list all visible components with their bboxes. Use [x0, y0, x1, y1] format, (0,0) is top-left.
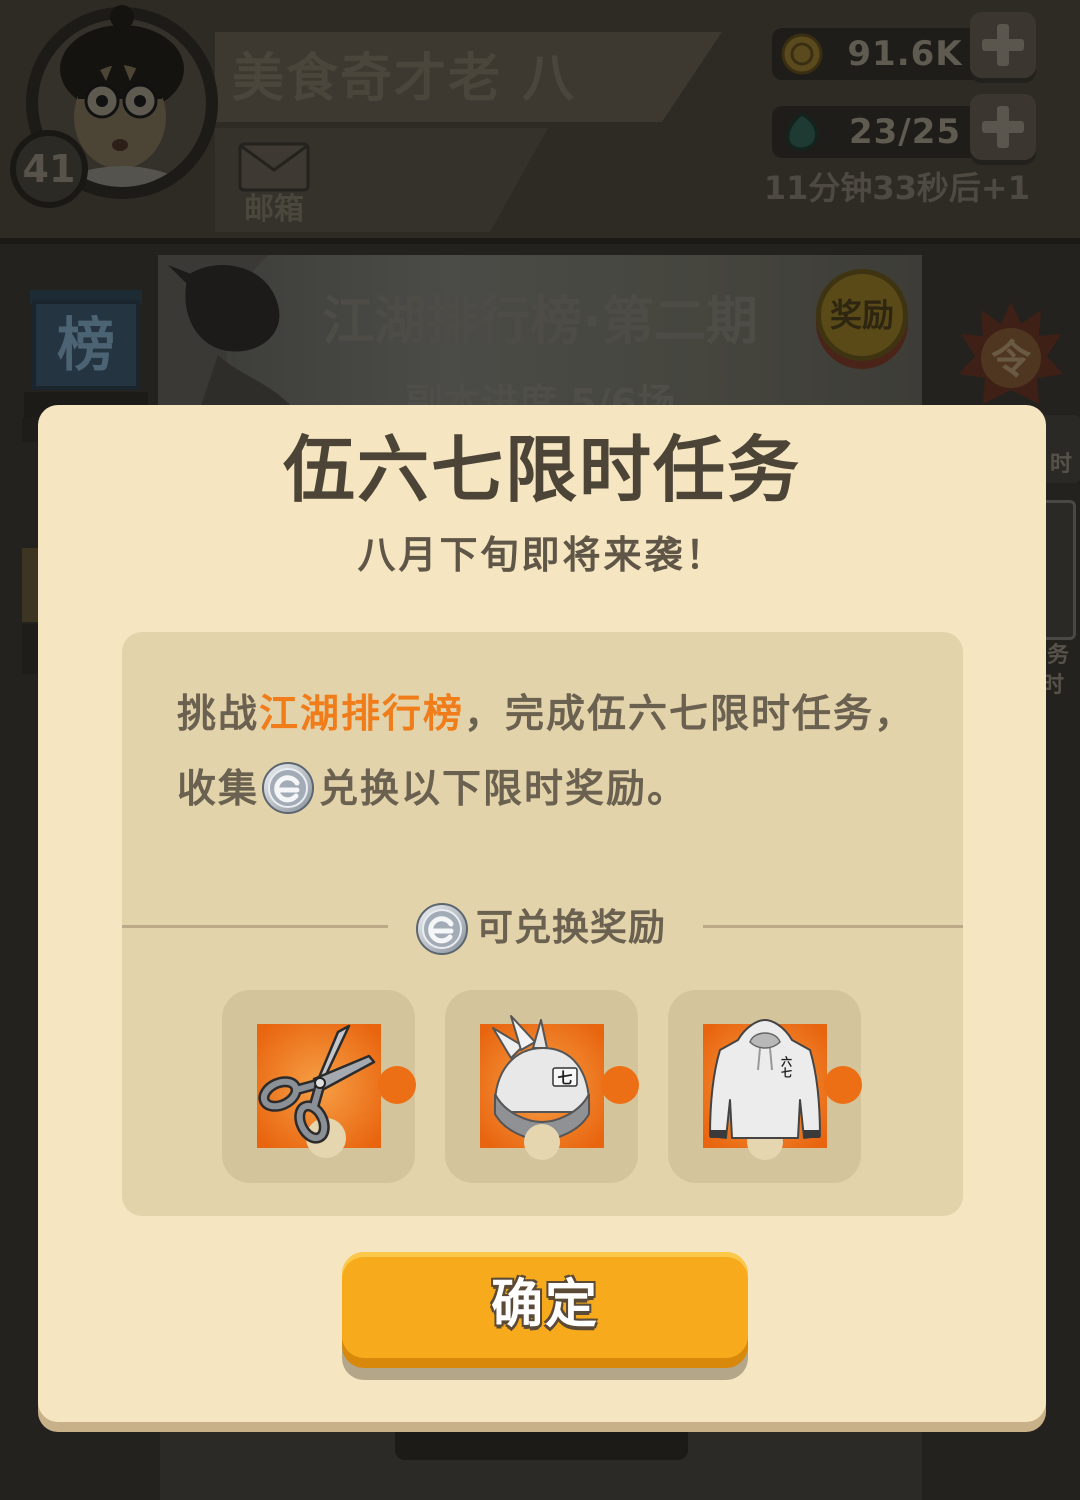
energy-counter: 23/25 [772, 106, 1000, 158]
energy-amount: 23/25 [848, 112, 962, 152]
mailbox-label: 邮箱 [244, 192, 304, 227]
side-fringe [22, 548, 38, 622]
gold-counter: 91.6K [772, 28, 1000, 80]
section-divider-right [703, 925, 963, 928]
silver-coin-icon [261, 761, 315, 815]
section-label: 可兑换奖励 [476, 906, 666, 949]
leaderboard-button[interactable]: 榜 [32, 300, 140, 390]
reward-slot[interactable]: 七 [445, 990, 639, 1183]
plus-icon-bar [997, 24, 1009, 66]
gold-coin-icon [781, 33, 823, 75]
scissors-icon [257, 1024, 416, 1158]
hat-mark: 七 [557, 1069, 572, 1087]
confirm-button-label: 确定 [490, 1275, 599, 1335]
side-label-fragment: 务 [1047, 643, 1070, 668]
hoodie-mark: 六七 [780, 1055, 793, 1079]
dialog-title: 伍六七限时任务 [282, 428, 801, 512]
side-fringe [22, 418, 38, 442]
banner-title: 江湖排行榜·第二期 [322, 292, 758, 352]
header-divider [0, 238, 1080, 244]
reward-slot[interactable]: 六七 [668, 990, 862, 1183]
ranking-event-banner[interactable]: 江湖排行榜·第二期 副本进度 5/6场 [158, 255, 922, 415]
order-token-char: 令 [991, 337, 1032, 383]
add-energy-button[interactable] [970, 94, 1036, 160]
description-text: 收集 [177, 767, 260, 812]
energy-drop-icon [786, 112, 818, 151]
highlight-text: 江湖排行榜 [259, 692, 465, 737]
section-divider-left [122, 925, 388, 928]
description-text: ，完成伍六七限时任务， [464, 692, 916, 737]
energy-refill-timer: 11分钟33秒后+1 [763, 169, 1030, 207]
description-text: 兑换以下限时奖励。 [319, 767, 689, 812]
gold-amount: 91.6K [847, 34, 963, 74]
event-announcement-dialog: 伍六七限时任务 八月下旬即将来袭！ 挑战江湖排行榜，完成伍六七限时任务， 收集 兑… [38, 405, 1046, 1422]
order-token-button[interactable]: 令 [955, 298, 1067, 410]
side-label-fragment: 时 [1050, 452, 1073, 477]
side-fringe [22, 624, 38, 674]
puzzle-indent [524, 1124, 560, 1160]
puzzle-knob [824, 1066, 862, 1104]
description-text: 挑战 [177, 692, 260, 737]
mailbox-button[interactable]: 邮箱 [236, 140, 312, 230]
add-gold-button[interactable] [970, 12, 1036, 78]
bottom-action-button[interactable] [395, 1418, 688, 1460]
hat-icon: 七 [480, 1015, 639, 1160]
player-level-badge: 41 [10, 130, 88, 208]
dialog-content-box: 挑战江湖排行榜，完成伍六七限时任务， 收集 兑换以下限时奖励。 可兑换奖励 七 … [122, 632, 963, 1216]
reward-slot[interactable] [222, 990, 416, 1183]
silver-coin-icon [415, 902, 469, 956]
mail-icon [238, 142, 310, 192]
puzzle-knob [601, 1066, 639, 1104]
player-name: 美食奇才老 八 [232, 49, 577, 109]
dialog-subtitle: 八月下旬即将来袭！ [357, 533, 727, 577]
description-line-2: 收集 兑换以下限时奖励。 [177, 763, 688, 819]
description-line-1: 挑战江湖排行榜，完成伍六七限时任务， [177, 688, 915, 742]
confirm-button[interactable]: 确定 [342, 1252, 748, 1358]
puzzle-knob [378, 1066, 416, 1104]
hoodie-icon: 六七 [703, 1019, 862, 1160]
plus-icon-bar [997, 106, 1009, 148]
banner-reward-badge[interactable]: 奖励 [816, 269, 908, 361]
